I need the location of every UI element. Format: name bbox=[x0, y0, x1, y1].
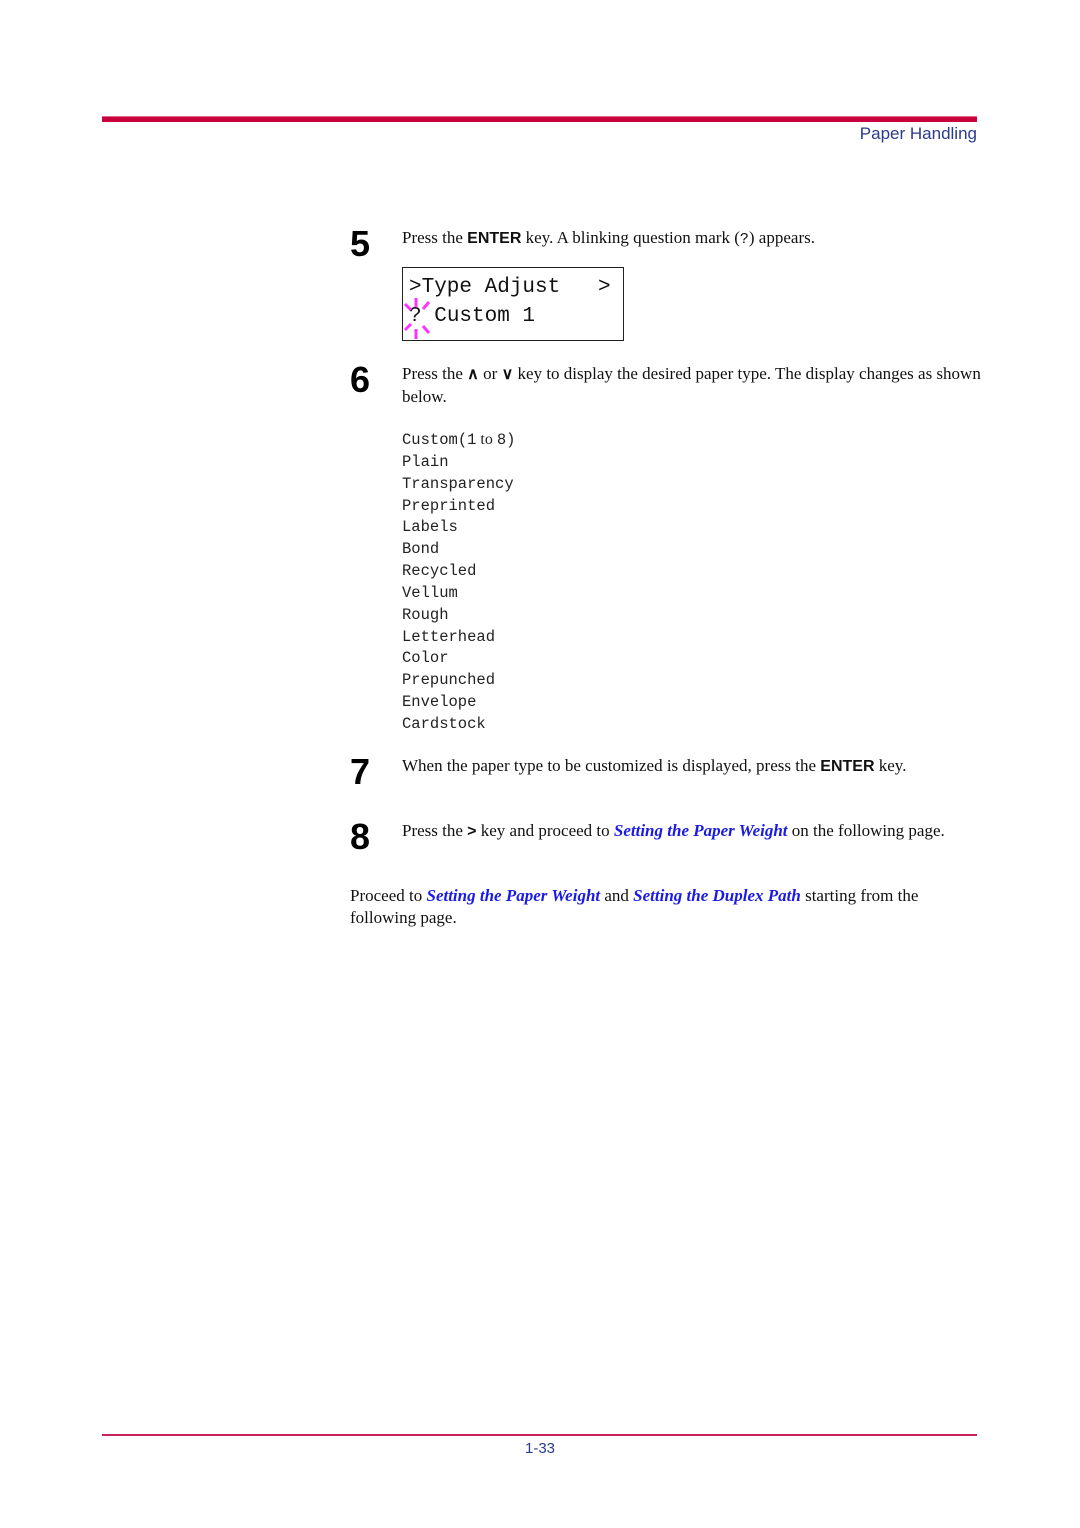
text: and bbox=[600, 886, 634, 905]
text: key. bbox=[874, 756, 907, 775]
list-item: Cardstock bbox=[402, 714, 486, 733]
up-key-icon: ∧ bbox=[467, 366, 479, 383]
text: Press the bbox=[402, 821, 468, 840]
step-text: Press the ∧ or ∨ key to display the desi… bbox=[402, 363, 982, 408]
text: key and proceed to bbox=[476, 821, 614, 840]
list-item: Transparency bbox=[402, 474, 514, 493]
step-number: 7 bbox=[350, 751, 371, 792]
link-setting-paper-weight[interactable]: Setting the Paper Weight bbox=[614, 821, 788, 840]
range-open: (1 bbox=[457, 431, 477, 449]
list-item: Envelope bbox=[402, 693, 477, 712]
text: key. A blinking question mark ( bbox=[521, 228, 740, 247]
step-number: 8 bbox=[350, 816, 371, 857]
header-rule-highlight bbox=[102, 116, 977, 117]
lcd-display: >Type Adjust > ? Custom 1 bbox=[402, 267, 624, 341]
section-title: Paper Handling bbox=[859, 124, 977, 143]
list-item: Bond bbox=[402, 540, 440, 559]
right-key-label: > bbox=[467, 823, 477, 840]
range-to: to bbox=[476, 431, 497, 448]
range-close: 8) bbox=[496, 431, 516, 449]
list-item: Rough bbox=[402, 605, 449, 624]
link-setting-duplex-path[interactable]: Setting the Duplex Path bbox=[633, 886, 801, 905]
custom-label: Custom bbox=[402, 431, 458, 449]
footer-rule bbox=[102, 1434, 977, 1436]
blink-indicator-icon bbox=[403, 298, 431, 339]
enter-key-label: ENTER bbox=[467, 230, 522, 247]
down-key-icon: ∨ bbox=[501, 366, 514, 383]
step-text: Press the ENTER key. A blinking question… bbox=[402, 227, 982, 251]
step-number: 5 bbox=[350, 223, 371, 264]
text: Press the bbox=[402, 228, 468, 247]
step-text: Press the > key and proceed to Setting t… bbox=[402, 820, 982, 843]
text: or bbox=[478, 364, 502, 383]
list-item: Prepunched bbox=[402, 671, 496, 690]
lcd-line-1: >Type Adjust > bbox=[409, 276, 611, 299]
text: on the following page. bbox=[787, 821, 945, 840]
text: ) appears. bbox=[748, 228, 815, 247]
list-item: Plain bbox=[402, 452, 449, 471]
text: Press the bbox=[402, 364, 468, 383]
list-item: Vellum bbox=[402, 583, 458, 602]
list-item: Color bbox=[402, 649, 449, 668]
link-setting-paper-weight[interactable]: Setting the Paper Weight bbox=[426, 886, 600, 905]
enter-key-label: ENTER bbox=[820, 758, 875, 775]
text: Proceed to bbox=[350, 886, 427, 905]
lcd-line-2-text: Custom 1 bbox=[421, 305, 536, 328]
step-text: When the paper type to be customized is … bbox=[402, 755, 982, 778]
list-item: Preprinted bbox=[402, 496, 496, 515]
step-number: 6 bbox=[350, 359, 371, 400]
closing-paragraph: Proceed to Setting the Paper Weight and … bbox=[350, 885, 980, 929]
text: When the paper type to be customized is … bbox=[402, 756, 821, 775]
page-number: 1-33 bbox=[524, 1440, 556, 1457]
list-item-custom: Custom(1 to 8) bbox=[402, 429, 515, 452]
question-mark-symbol: ? bbox=[739, 231, 749, 248]
list-item: Recycled bbox=[402, 562, 477, 581]
paper-type-list: Custom(1 to 8) Plain Transparency Prepri… bbox=[402, 429, 515, 736]
list-item: Letterhead bbox=[402, 627, 496, 646]
list-item: Labels bbox=[402, 518, 458, 537]
